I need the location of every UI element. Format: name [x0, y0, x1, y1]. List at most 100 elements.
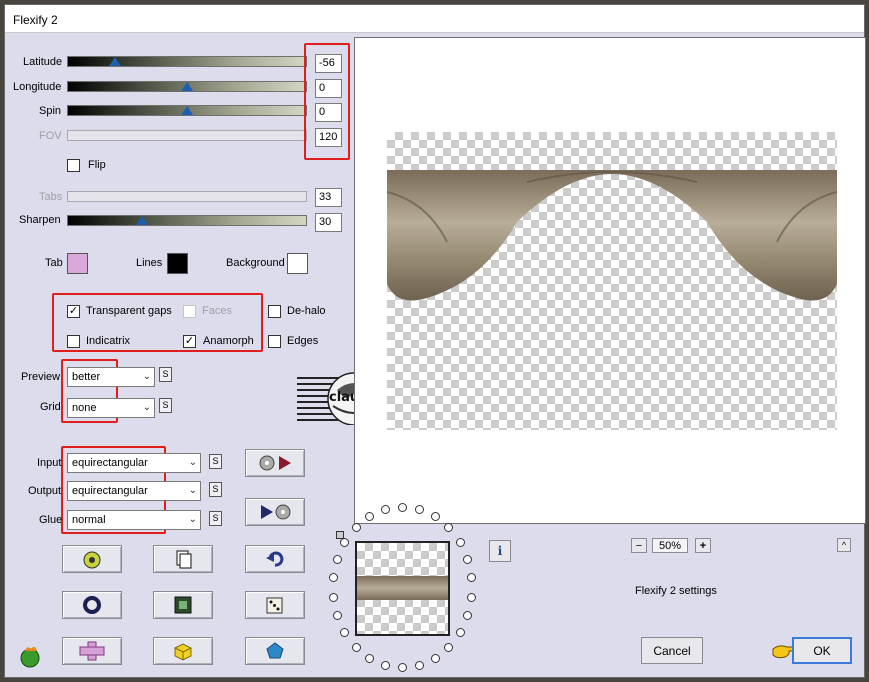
orbit-dot[interactable]	[340, 537, 350, 547]
orbit-dot[interactable]	[332, 554, 342, 564]
output-s-button[interactable]: S	[209, 482, 222, 497]
preview-select[interactable]: better ⌄	[67, 367, 155, 387]
longitude-slider[interactable]	[67, 81, 307, 92]
cancel-button[interactable]: Cancel	[641, 637, 703, 664]
preview-canvas[interactable]	[354, 37, 866, 524]
grid-label: Grid	[40, 401, 61, 413]
chevron-down-icon: ⌄	[188, 485, 197, 496]
load-input-button[interactable]	[245, 449, 305, 477]
pentagon-button[interactable]	[245, 637, 305, 665]
orbit-dot[interactable]	[351, 642, 361, 652]
cube-icon	[174, 643, 192, 661]
edges-label: Edges	[287, 335, 319, 347]
scroll-up-button[interactable]: ^	[837, 538, 851, 552]
chevron-down-icon: ⌄	[188, 514, 197, 525]
globe-flame-icon	[20, 646, 40, 668]
orbit-dot[interactable]	[463, 554, 473, 564]
input-s-button[interactable]: S	[209, 454, 222, 469]
grid-value: none	[72, 402, 97, 414]
zoom-in-button[interactable]: +	[695, 538, 711, 553]
background-color-swatch[interactable]	[287, 253, 308, 274]
edges-checkbox[interactable]	[268, 335, 281, 348]
fov-label: FOV	[39, 130, 62, 142]
square-frame-icon	[174, 596, 192, 614]
faces-checkbox[interactable]	[183, 305, 196, 318]
slider-thumb[interactable]	[181, 82, 193, 91]
zoom-out-button[interactable]: −	[631, 538, 647, 553]
ok-button[interactable]: OK	[792, 637, 852, 664]
slider-thumb[interactable]	[135, 216, 148, 225]
latitude-label: Latitude	[23, 56, 63, 68]
transparent-gaps-checkbox[interactable]: ✓	[67, 305, 80, 318]
tabs-slider[interactable]	[67, 191, 307, 202]
sharpen-label: Sharpen	[19, 214, 61, 226]
preview-s-button[interactable]: S	[159, 367, 172, 382]
orbit-dot[interactable]	[332, 611, 342, 621]
orbit-dot[interactable]	[340, 628, 350, 638]
input-projection-select[interactable]: equirectangular ⌄	[67, 453, 201, 473]
cross-button[interactable]	[62, 637, 122, 665]
play-disc-icon	[261, 504, 291, 520]
anamorph-checkbox[interactable]: ✓	[183, 335, 196, 348]
slider-thumb[interactable]	[181, 106, 193, 115]
undo-button[interactable]	[245, 545, 305, 573]
orbit-dot[interactable]	[430, 653, 440, 663]
de-halo-label: De-halo	[287, 305, 326, 317]
sharpen-input[interactable]: 30	[315, 213, 342, 232]
longitude-label: Longitude	[13, 81, 62, 93]
preview-shape	[387, 170, 837, 301]
spin-slider[interactable]	[67, 105, 307, 116]
preview-value: better	[72, 371, 101, 383]
ring-button[interactable]	[62, 591, 122, 619]
fov-slider[interactable]	[67, 130, 307, 141]
glue-select[interactable]: normal ⌄	[67, 510, 201, 530]
orbit-dot[interactable]	[365, 653, 375, 663]
orbit-dot[interactable]	[328, 592, 338, 602]
transparent-gaps-label: Transparent gaps	[86, 305, 172, 317]
window-title: Flexify 2	[5, 5, 864, 33]
copy-button[interactable]	[153, 545, 213, 573]
orbit-dot[interactable]	[430, 512, 440, 522]
frame-button[interactable]	[153, 591, 213, 619]
output-projection-select[interactable]: equirectangular ⌄	[67, 481, 201, 501]
info-button[interactable]: i	[489, 540, 511, 562]
grid-s-button[interactable]: S	[159, 398, 172, 413]
navigator-thumbnail[interactable]	[355, 541, 450, 636]
orbit-dot[interactable]	[455, 628, 465, 638]
glue-s-button[interactable]: S	[209, 511, 222, 526]
orbit-dot[interactable]	[467, 573, 477, 583]
orbit-dot[interactable]	[444, 523, 454, 533]
tab-color-swatch[interactable]	[67, 253, 88, 274]
orbit-dot[interactable]	[398, 663, 407, 672]
flip-checkbox[interactable]	[67, 159, 80, 172]
disc-play-icon	[259, 455, 291, 471]
tabs-input[interactable]: 33	[315, 188, 342, 207]
lines-color-swatch[interactable]	[167, 253, 188, 274]
orbit-dot[interactable]	[455, 537, 465, 547]
slider-thumb[interactable]	[108, 57, 121, 66]
orbit-dot[interactable]	[328, 573, 338, 583]
sharpen-slider[interactable]	[67, 215, 307, 226]
save-output-button[interactable]	[245, 498, 305, 526]
flip-label: Flip	[88, 159, 106, 171]
orbit-dot[interactable]	[398, 503, 407, 512]
orbit-dot[interactable]	[463, 611, 473, 621]
background-color-label: Background	[226, 257, 285, 269]
indicatrix-checkbox[interactable]	[67, 335, 80, 348]
randomize-button[interactable]	[62, 545, 122, 573]
pages-icon	[176, 550, 192, 569]
orbit-dot[interactable]	[381, 660, 391, 670]
orbit-dot[interactable]	[467, 592, 477, 602]
grid-select[interactable]: none ⌄	[67, 398, 155, 418]
orbit-dot[interactable]	[351, 523, 361, 533]
random-dice-button[interactable]	[245, 591, 305, 619]
tab-color-label: Tab	[45, 257, 63, 269]
de-halo-checkbox[interactable]	[268, 305, 281, 318]
latitude-slider[interactable]	[67, 56, 307, 67]
orbit-dot[interactable]	[414, 660, 424, 670]
cube-button[interactable]	[153, 637, 213, 665]
cross-icon	[79, 641, 105, 661]
flexify-dialog: Flexify 2 Latitude -56 Longitude 0 Spin …	[4, 4, 866, 678]
orbit-dot[interactable]	[444, 642, 454, 652]
input-label: Input	[37, 457, 62, 469]
